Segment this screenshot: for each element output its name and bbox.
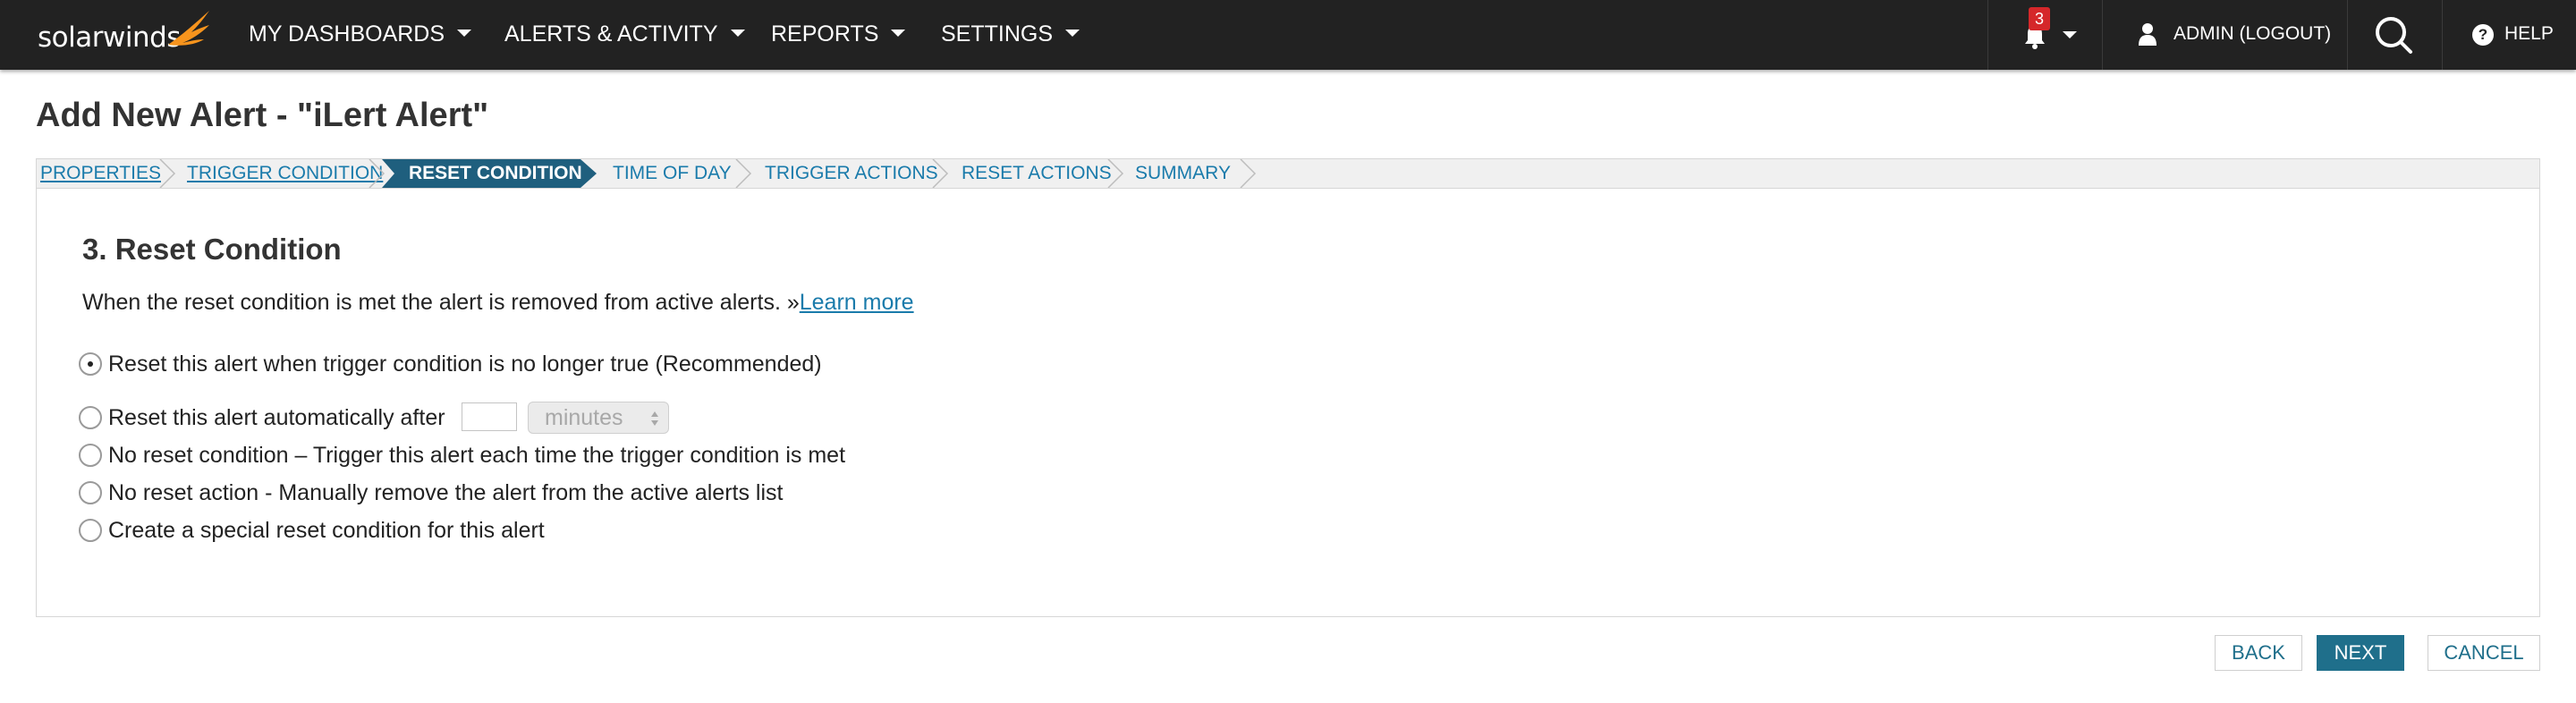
nav-settings[interactable]: SETTINGS bbox=[941, 0, 1080, 70]
nav-my-dashboards[interactable]: MY DASHBOARDS bbox=[249, 0, 472, 70]
nav-alerts-activity[interactable]: ALERTS & ACTIVITY bbox=[504, 0, 745, 70]
learn-more-link[interactable]: Learn more bbox=[800, 290, 914, 315]
section-title: 3. Reset Condition bbox=[82, 233, 342, 266]
chevron-down-icon bbox=[891, 30, 906, 38]
help-link[interactable]: HELP bbox=[2504, 0, 2554, 70]
step-separator-chevron bbox=[369, 159, 386, 188]
nav-alerts-activity-label: ALERTS & ACTIVITY bbox=[504, 21, 718, 47]
option-label: Reset this alert when trigger condition … bbox=[108, 352, 822, 377]
help-icon[interactable]: ? bbox=[2472, 24, 2494, 46]
top-navigation-bar: solarwinds MY DASHBOARDS ALERTS & ACTIVI… bbox=[0, 0, 2576, 70]
step-summary[interactable]: SUMMARY bbox=[1135, 159, 1231, 188]
search-icon[interactable] bbox=[2374, 15, 2413, 55]
nav-divider bbox=[2442, 0, 2443, 70]
radio-button[interactable] bbox=[79, 444, 102, 467]
section-description: When the reset condition is met the aler… bbox=[82, 290, 914, 316]
step-separator-chevron bbox=[932, 159, 949, 188]
nav-divider bbox=[2347, 0, 2348, 70]
radio-button[interactable] bbox=[79, 406, 102, 429]
logo-text: solarwinds bbox=[38, 21, 181, 54]
chevron-down-icon bbox=[1065, 30, 1080, 38]
nav-settings-label: SETTINGS bbox=[941, 21, 1054, 47]
step-reset-condition[interactable]: RESET CONDITION bbox=[409, 159, 582, 188]
nav-divider bbox=[1987, 0, 1988, 70]
reset-delay-input[interactable] bbox=[462, 402, 517, 431]
chevron-down-icon bbox=[457, 30, 472, 38]
step-separator-chevron bbox=[159, 159, 176, 188]
user-icon bbox=[2139, 23, 2157, 46]
step-properties[interactable]: PROPERTIES bbox=[40, 159, 161, 188]
step-separator-chevron bbox=[1107, 159, 1124, 188]
next-button[interactable]: NEXT bbox=[2317, 635, 2404, 671]
step-trigger-actions[interactable]: TRIGGER ACTIONS bbox=[765, 159, 938, 188]
radio-button-selected[interactable] bbox=[79, 352, 102, 376]
nav-reports-label: REPORTS bbox=[771, 21, 879, 47]
chevron-down-icon[interactable] bbox=[2063, 31, 2077, 38]
option-label: No reset action - Manually remove the al… bbox=[108, 480, 784, 505]
reset-delay-unit-select[interactable]: minutes bbox=[528, 402, 669, 434]
step-time-of-day[interactable]: TIME OF DAY bbox=[613, 159, 732, 188]
radio-button[interactable] bbox=[79, 481, 102, 504]
wizard-steps-bar: PROPERTIES TRIGGER CONDITION RESET CONDI… bbox=[36, 158, 2540, 189]
description-text: When the reset condition is met the aler… bbox=[82, 290, 800, 315]
admin-logout-link[interactable]: ADMIN (LOGOUT) bbox=[2174, 0, 2331, 70]
nav-reports[interactable]: REPORTS bbox=[771, 0, 906, 70]
unit-select-value: minutes bbox=[545, 405, 623, 430]
nav-divider bbox=[2102, 0, 2103, 70]
option-label: No reset condition – Trigger this alert … bbox=[108, 443, 846, 468]
radio-button[interactable] bbox=[79, 519, 102, 542]
step-separator-chevron bbox=[1240, 159, 1257, 188]
option-label: Reset this alert automatically after bbox=[108, 405, 445, 430]
notification-count-badge: 3 bbox=[2029, 7, 2050, 30]
step-separator-chevron bbox=[735, 159, 752, 188]
chevron-down-icon bbox=[730, 30, 745, 38]
page-title: Add New Alert - "iLert Alert" bbox=[36, 97, 489, 134]
step-trigger-condition[interactable]: TRIGGER CONDITION bbox=[187, 159, 383, 188]
cancel-button[interactable]: CANCEL bbox=[2428, 635, 2540, 671]
select-arrows-icon bbox=[651, 411, 658, 426]
step-reset-actions[interactable]: RESET ACTIONS bbox=[962, 159, 1112, 188]
nav-my-dashboards-label: MY DASHBOARDS bbox=[249, 21, 445, 47]
logo-flame-icon bbox=[168, 11, 209, 46]
option-label: Create a special reset condition for thi… bbox=[108, 518, 545, 543]
back-button[interactable]: BACK bbox=[2215, 635, 2302, 671]
